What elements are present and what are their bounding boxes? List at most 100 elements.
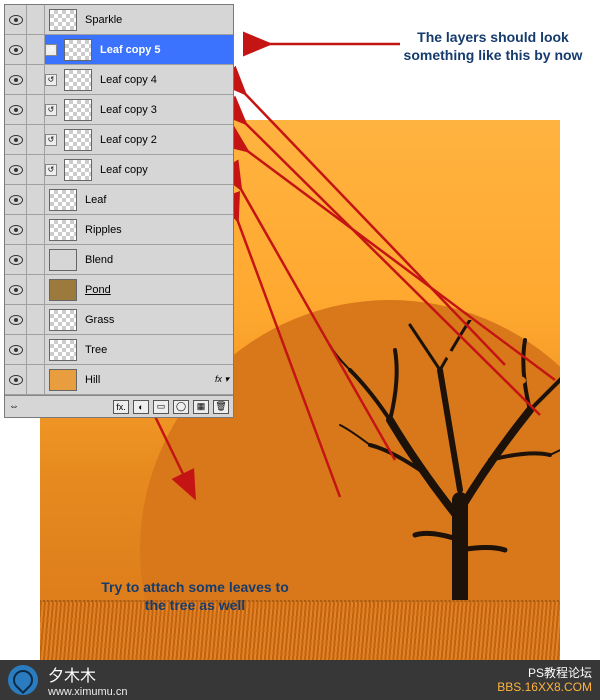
lock-column: [27, 245, 45, 274]
layer-row-leaf-copy-2[interactable]: ↺ Leaf copy 2: [5, 125, 233, 155]
visibility-toggle[interactable]: [5, 215, 27, 244]
logo-icon: [8, 665, 38, 695]
watermark-right-1: PS教程论坛: [497, 666, 592, 680]
layer-thumbnail[interactable]: [64, 69, 92, 91]
eye-icon: [9, 225, 23, 235]
lock-column: [27, 335, 45, 364]
eye-icon: [9, 285, 23, 295]
layer-row-grass[interactable]: Grass: [5, 305, 233, 335]
layer-thumbnail[interactable]: [49, 309, 77, 331]
layer-name-label[interactable]: Leaf copy 3: [96, 104, 203, 116]
layer-name-label[interactable]: Ripples: [81, 224, 203, 236]
watermark-url: www.ximumu.cn: [48, 686, 127, 698]
layer-thumbnail[interactable]: [49, 369, 77, 391]
layer-name-label[interactable]: Leaf: [81, 194, 203, 206]
lock-column: [27, 125, 45, 154]
visibility-toggle[interactable]: [5, 5, 27, 34]
lock-column: [27, 35, 45, 64]
visibility-toggle[interactable]: [5, 305, 27, 334]
visibility-toggle[interactable]: [5, 335, 27, 364]
eye-icon: [9, 345, 23, 355]
lock-column: [27, 305, 45, 334]
eye-icon: [9, 195, 23, 205]
layer-row-hill[interactable]: Hillfx ▾: [5, 365, 233, 395]
visibility-toggle[interactable]: [5, 275, 27, 304]
fx-indicator: fx ▾: [203, 374, 233, 385]
visibility-toggle[interactable]: [5, 365, 27, 394]
annotation-bottom: Try to attach some leaves to the tree as…: [90, 578, 300, 614]
layer-thumbnail[interactable]: [64, 39, 92, 61]
layer-name-label[interactable]: Tree: [81, 344, 203, 356]
layer-thumbnail[interactable]: [64, 129, 92, 151]
layer-row-tree[interactable]: Tree: [5, 335, 233, 365]
eye-icon: [9, 105, 23, 115]
link-icon: ↺: [45, 164, 57, 176]
layers-panel-footer: ⇔ fx.◐▭◯▦🗑: [5, 395, 233, 417]
lock-column: [27, 95, 45, 124]
layer-thumbnail[interactable]: [49, 9, 77, 31]
eye-icon: [9, 375, 23, 385]
lock-column: [27, 185, 45, 214]
layer-thumbnail[interactable]: [64, 99, 92, 121]
lock-column: [27, 215, 45, 244]
watermark-cn: 夕木木: [48, 662, 127, 686]
eye-icon: [9, 15, 23, 25]
layer-thumbnail[interactable]: [49, 249, 77, 271]
eye-icon: [9, 255, 23, 265]
layer-thumbnail[interactable]: [49, 279, 77, 301]
panel-footer-button-3[interactable]: ◯: [173, 400, 189, 414]
watermark-footer: 夕木木 www.ximumu.cn PS教程论坛 BBS.16XX8.COM: [0, 660, 600, 700]
link-icon: ↺: [45, 74, 57, 86]
visibility-toggle[interactable]: [5, 95, 27, 124]
watermark-right-2: BBS.16XX8.COM: [497, 680, 592, 694]
link-icon: ↺: [45, 104, 57, 116]
layer-name-label[interactable]: Grass: [81, 314, 203, 326]
eye-icon: [9, 45, 23, 55]
layer-name-label[interactable]: Pond: [81, 284, 203, 296]
lock-column: [27, 5, 45, 34]
layer-row-leaf-copy[interactable]: ↺ Leaf copy: [5, 155, 233, 185]
layer-name-label[interactable]: Leaf copy 4: [96, 74, 203, 86]
layer-name-label[interactable]: Hill: [81, 374, 203, 386]
layer-row-pond[interactable]: Pond: [5, 275, 233, 305]
lock-column: [27, 275, 45, 304]
layer-name-label[interactable]: Sparkle: [81, 14, 203, 26]
eye-icon: [9, 75, 23, 85]
layer-row-ripples[interactable]: Ripples: [5, 215, 233, 245]
layer-row-sparkle[interactable]: Sparkle: [5, 5, 233, 35]
layer-row-leaf[interactable]: Leaf: [5, 185, 233, 215]
eye-icon: [9, 315, 23, 325]
link-icon: ↺: [45, 134, 57, 146]
layer-thumbnail[interactable]: [64, 159, 92, 181]
lock-column: [27, 155, 45, 184]
visibility-toggle[interactable]: [5, 65, 27, 94]
layers-panel: Sparkle ↺ Leaf copy 5 ↺ Leaf copy 4 ↺ Leaf cop…: [4, 4, 234, 418]
visibility-toggle[interactable]: [5, 35, 27, 64]
layer-row-leaf-copy-5[interactable]: ↺ Leaf copy 5: [5, 35, 233, 65]
visibility-toggle[interactable]: [5, 245, 27, 274]
layer-row-blend[interactable]: Blend: [5, 245, 233, 275]
panel-footer-button-2[interactable]: ▭: [153, 400, 169, 414]
layer-row-leaf-copy-3[interactable]: ↺ Leaf copy 3: [5, 95, 233, 125]
panel-footer-button-1[interactable]: ◐: [133, 400, 149, 414]
lock-column: [27, 65, 45, 94]
layer-name-label[interactable]: Leaf copy 2: [96, 134, 203, 146]
lock-column: [27, 365, 45, 394]
layer-name-label[interactable]: Blend: [81, 254, 203, 266]
panel-footer-button-4[interactable]: ▦: [193, 400, 209, 414]
panel-footer-button-0[interactable]: fx.: [113, 400, 129, 414]
visibility-toggle[interactable]: [5, 185, 27, 214]
link-icon: ↺: [45, 44, 57, 56]
layer-thumbnail[interactable]: [49, 189, 77, 211]
eye-icon: [9, 135, 23, 145]
visibility-toggle[interactable]: [5, 155, 27, 184]
layer-thumbnail[interactable]: [49, 219, 77, 241]
panel-footer-button-5[interactable]: 🗑: [213, 400, 229, 414]
layer-thumbnail[interactable]: [49, 339, 77, 361]
layer-name-label[interactable]: Leaf copy 5: [96, 44, 203, 56]
visibility-toggle[interactable]: [5, 125, 27, 154]
layer-name-label[interactable]: Leaf copy: [96, 164, 203, 176]
layer-row-leaf-copy-4[interactable]: ↺ Leaf copy 4: [5, 65, 233, 95]
eye-icon: [9, 165, 23, 175]
annotation-top: The layers should look something like th…: [398, 28, 588, 64]
